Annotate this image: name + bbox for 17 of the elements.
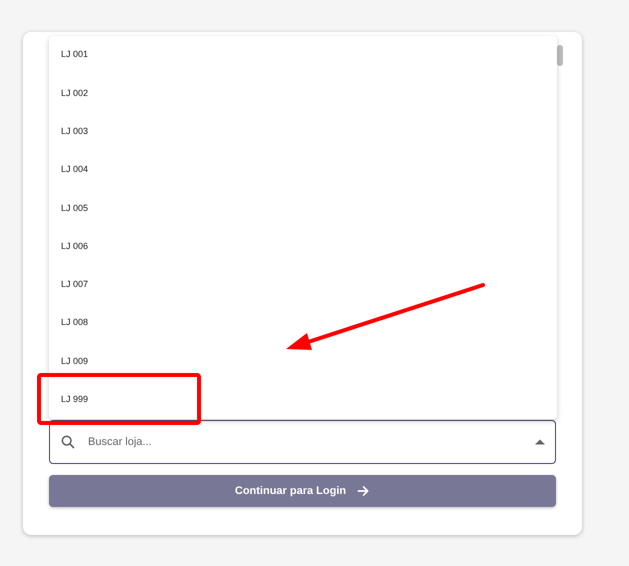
store-option[interactable]: LJ 004 (49, 150, 557, 190)
store-option[interactable]: LJ 002 (49, 74, 557, 113)
search-field[interactable]: Buscar loja... (49, 420, 556, 464)
store-option[interactable]: LJ 003 (49, 112, 557, 151)
caret-icon[interactable] (535, 439, 545, 445)
scrollbar-thumb[interactable] (557, 45, 563, 66)
store-option[interactable]: LJ 008 (49, 304, 557, 342)
continue-button[interactable]: Continuar para Login (49, 475, 556, 507)
search-icon (60, 434, 76, 450)
store-option[interactable]: LJ 007 (49, 266, 557, 304)
store-option[interactable]: LJ 999 (49, 380, 557, 419)
arrow-right-icon (356, 484, 370, 498)
search-input[interactable]: Buscar loja... (88, 434, 523, 450)
store-option[interactable]: LJ 001 (49, 36, 557, 74)
store-option[interactable]: LJ 009 (49, 342, 557, 381)
store-option[interactable]: LJ 005 (49, 189, 557, 228)
store-option[interactable]: LJ 006 (49, 227, 557, 266)
